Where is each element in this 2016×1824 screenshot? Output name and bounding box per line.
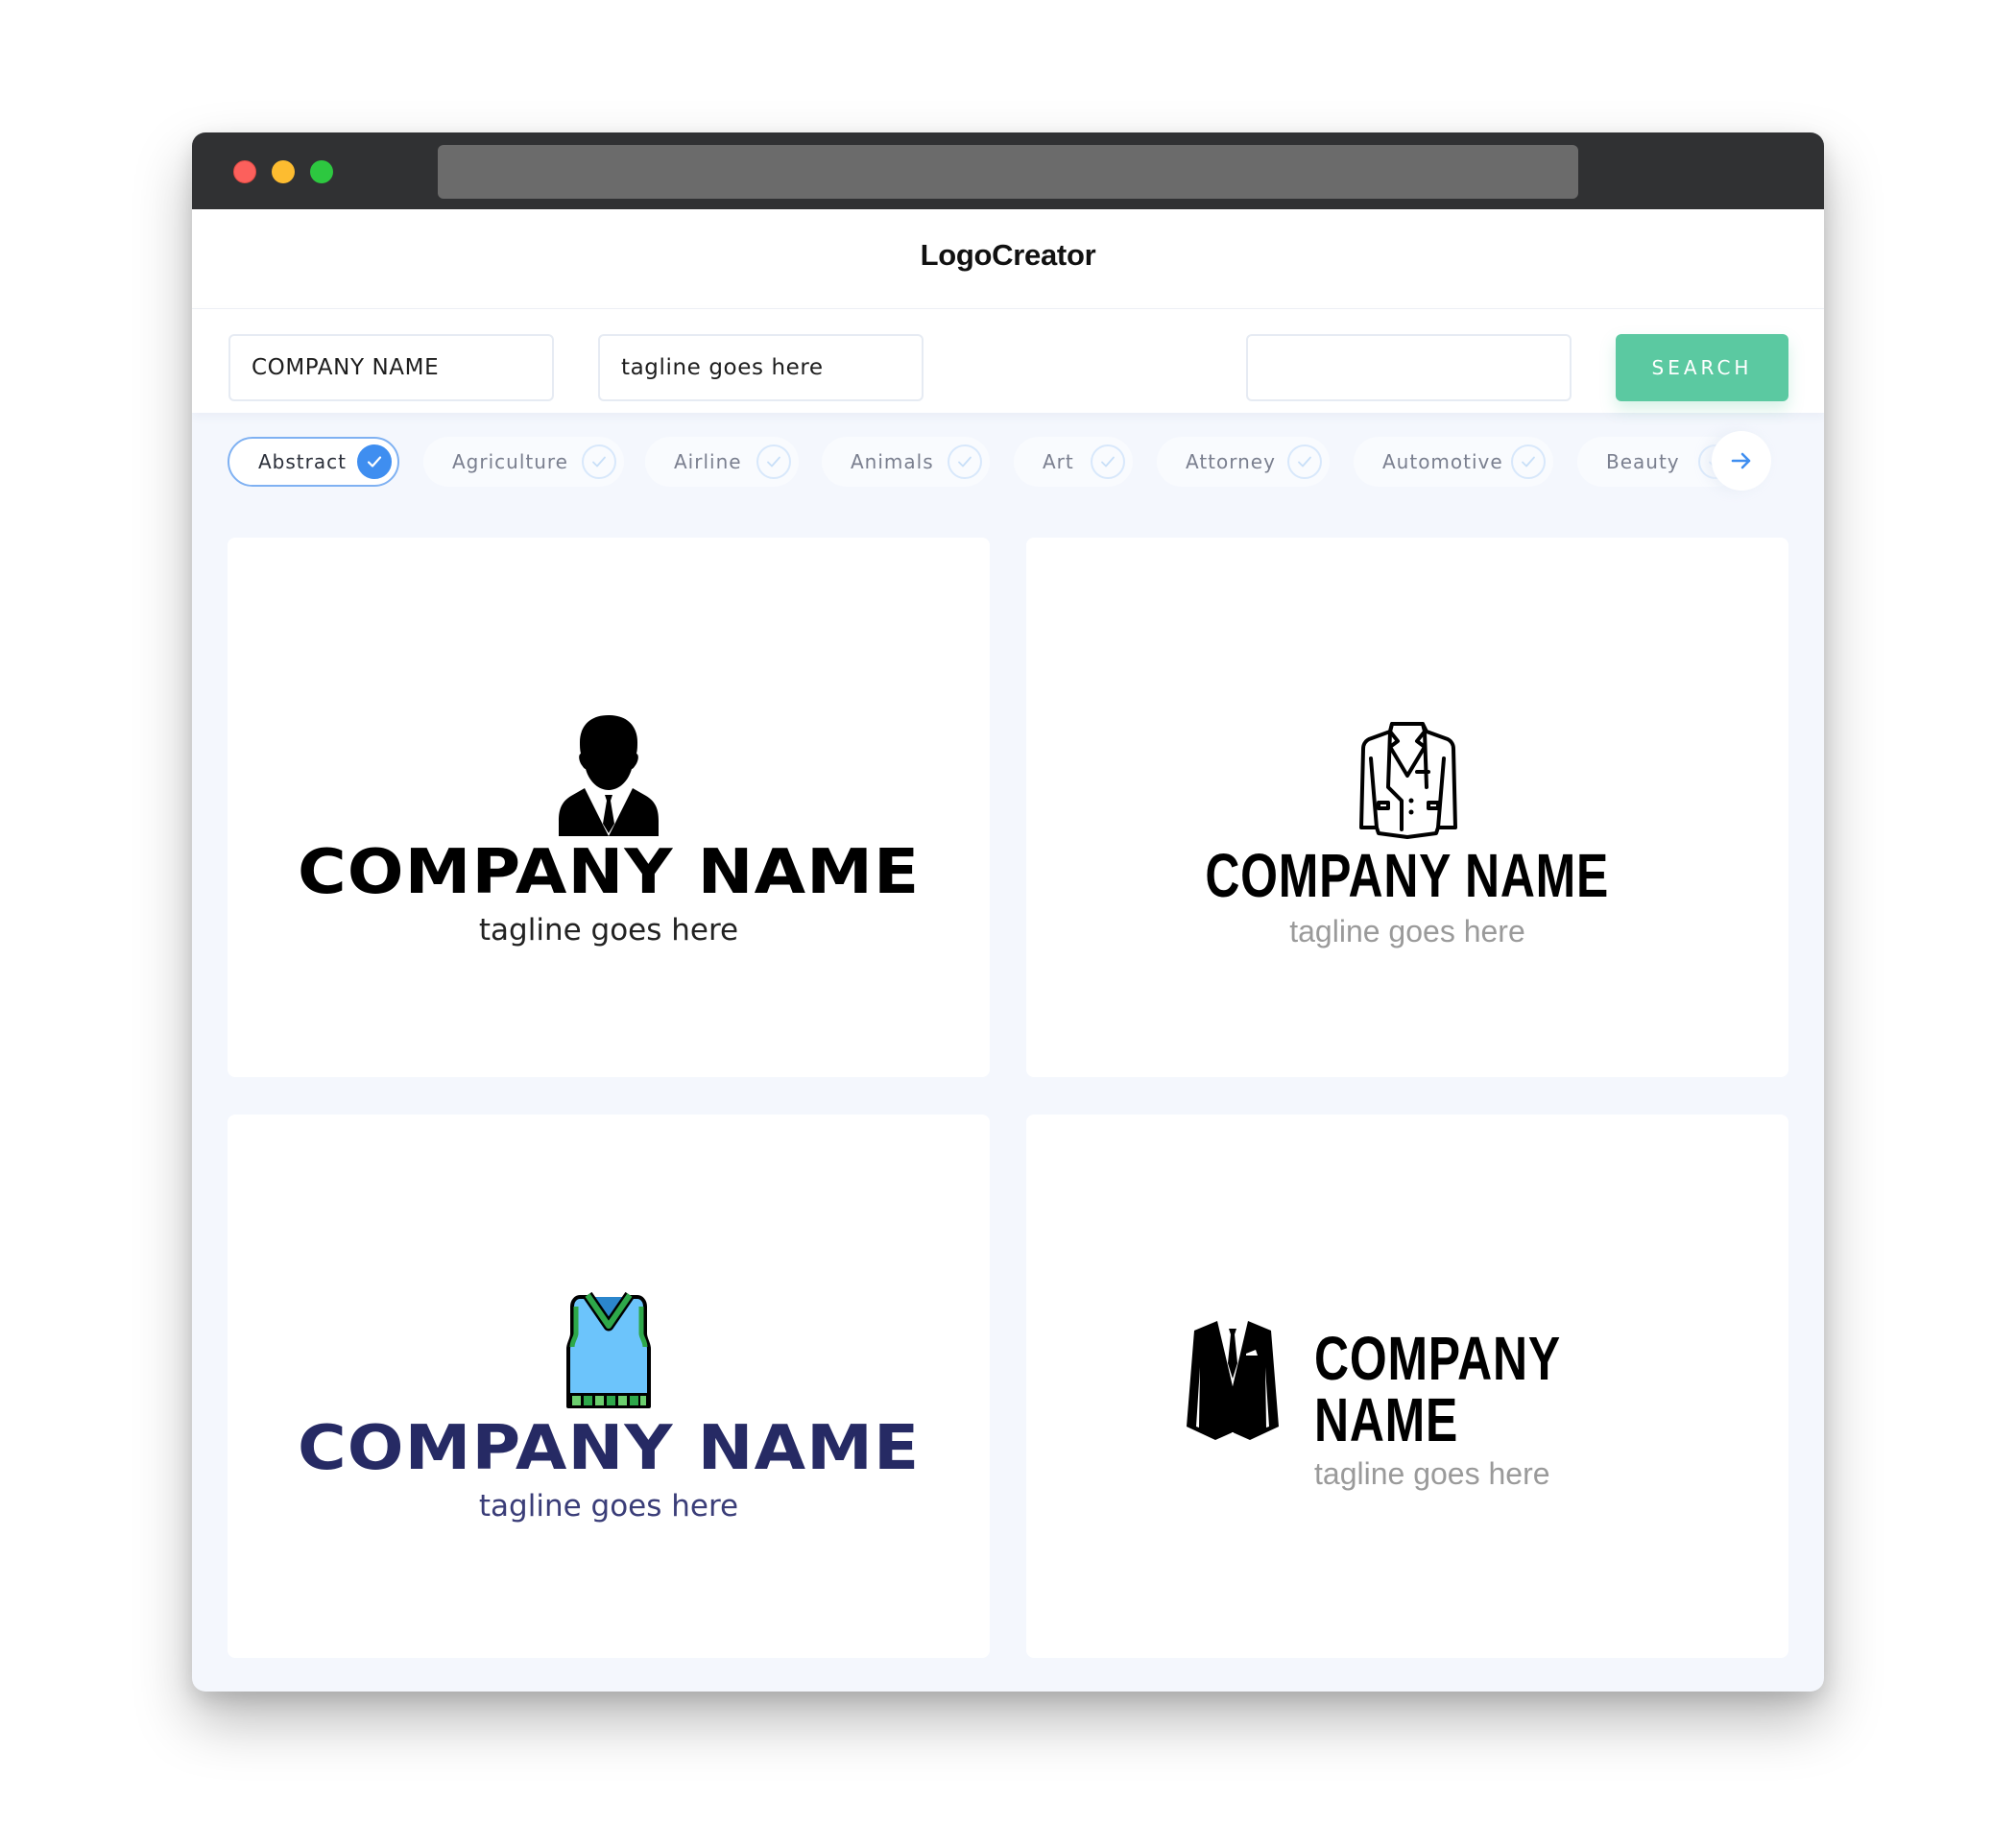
close-window-button[interactable] — [233, 160, 256, 183]
category-label: Airline — [674, 450, 742, 473]
blazer-outline-icon — [1359, 722, 1457, 839]
maximize-window-button[interactable] — [310, 160, 333, 183]
browser-window: LogoCreator COMPANY NAME tagline goes he… — [192, 132, 1824, 1692]
category-label: Art — [1043, 450, 1074, 473]
keyword-input[interactable] — [1246, 334, 1572, 401]
category-chip-agriculture[interactable]: Agriculture — [423, 437, 624, 487]
company-name-text: COMPANY NAME — [1205, 841, 1610, 910]
sweater-vest-icon — [566, 1291, 651, 1408]
minimize-window-button[interactable] — [272, 160, 295, 183]
check-icon — [756, 444, 791, 479]
category-label: Attorney — [1186, 450, 1276, 473]
category-label: Beauty — [1606, 450, 1680, 473]
arrow-right-icon — [1731, 452, 1751, 469]
app-header: LogoCreator — [192, 209, 1824, 309]
check-icon — [1287, 444, 1322, 479]
category-chip-automotive[interactable]: Automotive — [1354, 437, 1553, 487]
search-button[interactable]: SEARCH — [1616, 334, 1788, 401]
tagline-text: tagline goes here — [478, 913, 739, 948]
logo-text-block: COMPANY NAME tagline goes here — [1314, 1328, 1788, 1492]
tagline-text: tagline goes here — [478, 1489, 739, 1524]
check-icon — [582, 444, 616, 479]
category-label: Animals — [851, 450, 934, 473]
logo-card[interactable]: COMPANY NAME tagline goes here — [228, 1115, 990, 1658]
company-name-input[interactable]: COMPANY NAME — [228, 334, 554, 401]
title-bar — [192, 132, 1824, 209]
category-label: Abstract — [258, 450, 347, 473]
logo-card[interactable]: COMPANY NAME tagline goes here — [1026, 538, 1788, 1077]
brand-logo[interactable]: LogoCreator — [192, 238, 1824, 273]
next-categories-button[interactable] — [1712, 431, 1771, 491]
suit-jacket-icon — [1187, 1321, 1279, 1442]
company-name-text: COMPANY NAME — [297, 1413, 921, 1484]
check-icon — [1091, 444, 1125, 479]
category-chip-abstract[interactable]: Abstract — [228, 437, 399, 487]
category-chip-art[interactable]: Art — [1014, 437, 1133, 487]
logo-card[interactable]: COMPANY NAME tagline goes here — [228, 538, 990, 1077]
check-icon — [357, 444, 392, 479]
tagline-text: tagline goes here — [1289, 914, 1525, 948]
category-chip-attorney[interactable]: Attorney — [1157, 437, 1330, 487]
category-filter: Abstract Agriculture Airline Animals Art… — [192, 413, 1824, 516]
category-label: Automotive — [1382, 450, 1503, 473]
company-name-text: COMPANY NAME — [1314, 1324, 1561, 1454]
address-bar[interactable] — [438, 145, 1578, 199]
company-name-text: COMPANY NAME — [297, 837, 921, 908]
category-chip-animals[interactable]: Animals — [822, 437, 990, 487]
search-bar: COMPANY NAME tagline goes here SEARCH — [192, 309, 1824, 413]
tagline-input[interactable]: tagline goes here — [598, 334, 924, 401]
check-icon — [948, 444, 982, 479]
businessman-icon — [559, 715, 659, 836]
check-icon — [1511, 444, 1546, 479]
logo-card[interactable]: COMPANY NAME tagline goes here — [1026, 1115, 1788, 1658]
tagline-text: tagline goes here — [1314, 1456, 1550, 1491]
category-chip-airline[interactable]: Airline — [645, 437, 799, 487]
category-label: Agriculture — [452, 450, 568, 473]
